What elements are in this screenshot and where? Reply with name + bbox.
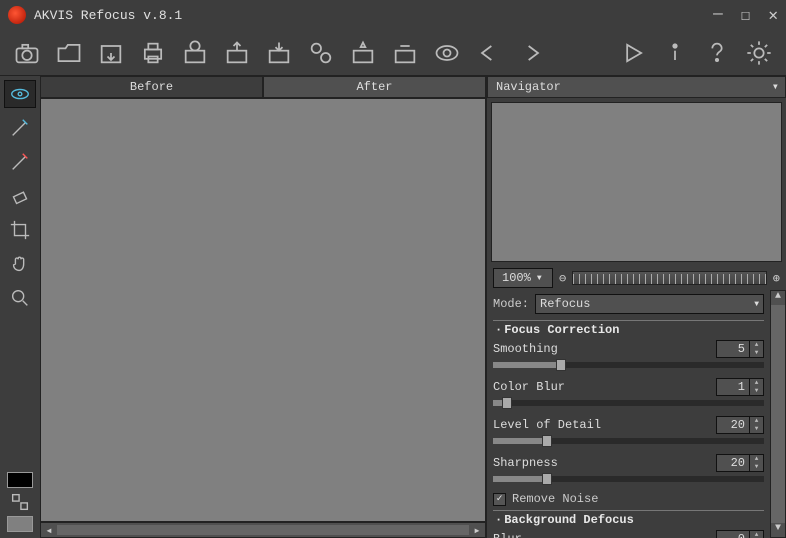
preset-edit-icon[interactable] [388, 36, 422, 70]
eraser-tool[interactable] [4, 182, 36, 210]
parameters-panel: Mode: Refocus▼ Focus Correction Smoothin… [487, 290, 770, 538]
zoom-out-icon[interactable]: ⊖ [559, 271, 566, 286]
titlebar: AKVIS Refocus v.8.1 — ☐ ✕ [0, 0, 786, 30]
mode-label: Mode: [493, 297, 529, 311]
crop-tool[interactable] [4, 216, 36, 244]
param-detail: Level of Detail ▲▼ [493, 416, 764, 444]
info-icon[interactable] [658, 36, 692, 70]
maximize-button[interactable]: ☐ [741, 5, 751, 25]
colorblur-input[interactable]: ▲▼ [716, 378, 764, 396]
zoom-slider[interactable] [572, 271, 767, 285]
sharpness-slider[interactable] [493, 476, 764, 482]
smoothing-input[interactable]: ▲▼ [716, 340, 764, 358]
publish-icon[interactable] [178, 36, 212, 70]
right-panel: Navigator ▾ 100%▼ ⊖ ⊕ Mode: Refocus▼ Foc… [486, 76, 786, 538]
run-play-icon[interactable] [616, 36, 650, 70]
close-button[interactable]: ✕ [768, 5, 778, 25]
navigator-header[interactable]: Navigator ▾ [487, 76, 786, 98]
params-scrollbar[interactable]: ▲ ▼ [770, 290, 786, 538]
image-canvas[interactable] [40, 98, 486, 522]
spin-up-icon[interactable]: ▲ [750, 341, 763, 349]
param-colorblur: Color Blur ▲▼ [493, 378, 764, 406]
help-icon[interactable] [700, 36, 734, 70]
hand-tool[interactable] [4, 250, 36, 278]
minimize-button[interactable]: — [713, 5, 723, 25]
preview-toggle-icon[interactable] [430, 36, 464, 70]
background-swatch[interactable] [7, 516, 33, 532]
zoom-value[interactable]: 100%▼ [493, 268, 553, 288]
spin-down-icon[interactable]: ▼ [750, 349, 763, 357]
swap-swatches-icon[interactable] [4, 492, 36, 512]
horizontal-scrollbar[interactable]: ◂ ▸ [40, 522, 486, 538]
navigator-title: Navigator [496, 76, 561, 98]
focus-area-tool[interactable] [4, 114, 36, 142]
undo-arrow-icon[interactable] [472, 36, 506, 70]
camera-icon[interactable] [10, 36, 44, 70]
param-smoothing: Smoothing ▲▼ [493, 340, 764, 368]
navigator-preview[interactable] [491, 102, 782, 262]
group-focus-correction: Focus Correction [493, 320, 764, 337]
foreground-swatch[interactable] [7, 472, 33, 488]
mode-select[interactable]: Refocus▼ [535, 294, 764, 314]
scroll-right-icon[interactable]: ▸ [469, 523, 485, 538]
scroll-left-icon[interactable]: ◂ [41, 523, 57, 538]
blur-input[interactable]: ▲▼ [716, 530, 764, 538]
redo-arrow-icon[interactable] [514, 36, 548, 70]
import-down-icon[interactable] [262, 36, 296, 70]
detail-input[interactable]: ▲▼ [716, 416, 764, 434]
param-sharpness: Sharpness ▲▼ [493, 454, 764, 482]
print-icon[interactable] [136, 36, 170, 70]
save-file-icon[interactable] [94, 36, 128, 70]
remove-noise-checkbox[interactable]: ✓ Remove Noise [493, 492, 764, 506]
tool-sidebar [0, 76, 40, 538]
param-blur: Blur ▲▼ [493, 530, 764, 538]
group-background-defocus: Background Defocus [493, 510, 764, 527]
scroll-down-icon[interactable]: ▼ [771, 523, 785, 537]
background-area-tool[interactable] [4, 148, 36, 176]
smoothing-slider[interactable] [493, 362, 764, 368]
collapse-triangle-icon[interactable]: ▾ [772, 76, 779, 98]
settings-gear-icon[interactable] [742, 36, 776, 70]
main-toolbar [0, 30, 786, 76]
zoom-tool[interactable] [4, 284, 36, 312]
detail-slider[interactable] [493, 438, 764, 444]
zoom-in-icon[interactable]: ⊕ [773, 271, 780, 286]
app-logo-icon [8, 6, 26, 24]
tab-after[interactable]: After [263, 76, 486, 98]
sharpness-input[interactable]: ▲▼ [716, 454, 764, 472]
export-up-icon[interactable] [220, 36, 254, 70]
batch-settings-icon[interactable] [304, 36, 338, 70]
open-file-icon[interactable] [52, 36, 86, 70]
tab-before[interactable]: Before [40, 76, 263, 98]
quick-preview-tool[interactable] [4, 80, 36, 108]
colorblur-slider[interactable] [493, 400, 764, 406]
scroll-up-icon[interactable]: ▲ [771, 291, 785, 305]
window-title: AKVIS Refocus v.8.1 [34, 8, 182, 23]
favorite-icon[interactable] [346, 36, 380, 70]
view-area: Before After ◂ ▸ [40, 76, 486, 538]
